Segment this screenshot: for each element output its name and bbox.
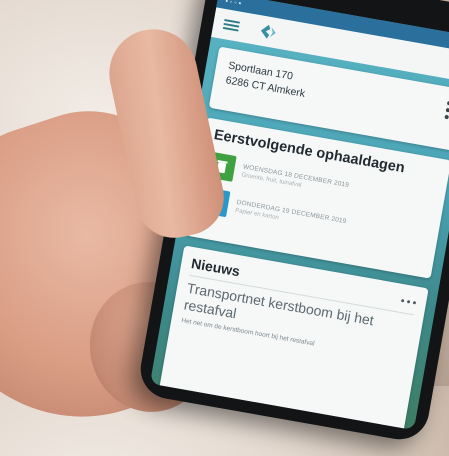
status-left-icons: ▪ ◦ ◦ ▪ xyxy=(224,0,242,8)
hamburger-menu-icon[interactable] xyxy=(222,18,241,32)
news-card[interactable]: Nieuws Transportnet kerstboom bij het re… xyxy=(158,245,429,431)
news-more-icon[interactable] xyxy=(400,298,417,305)
app-logo xyxy=(255,21,284,43)
logo-icon xyxy=(260,24,276,39)
photo-scene: ▪ ◦ ◦ ▪ ▴ ▮▮ ▬ xyxy=(0,0,449,456)
